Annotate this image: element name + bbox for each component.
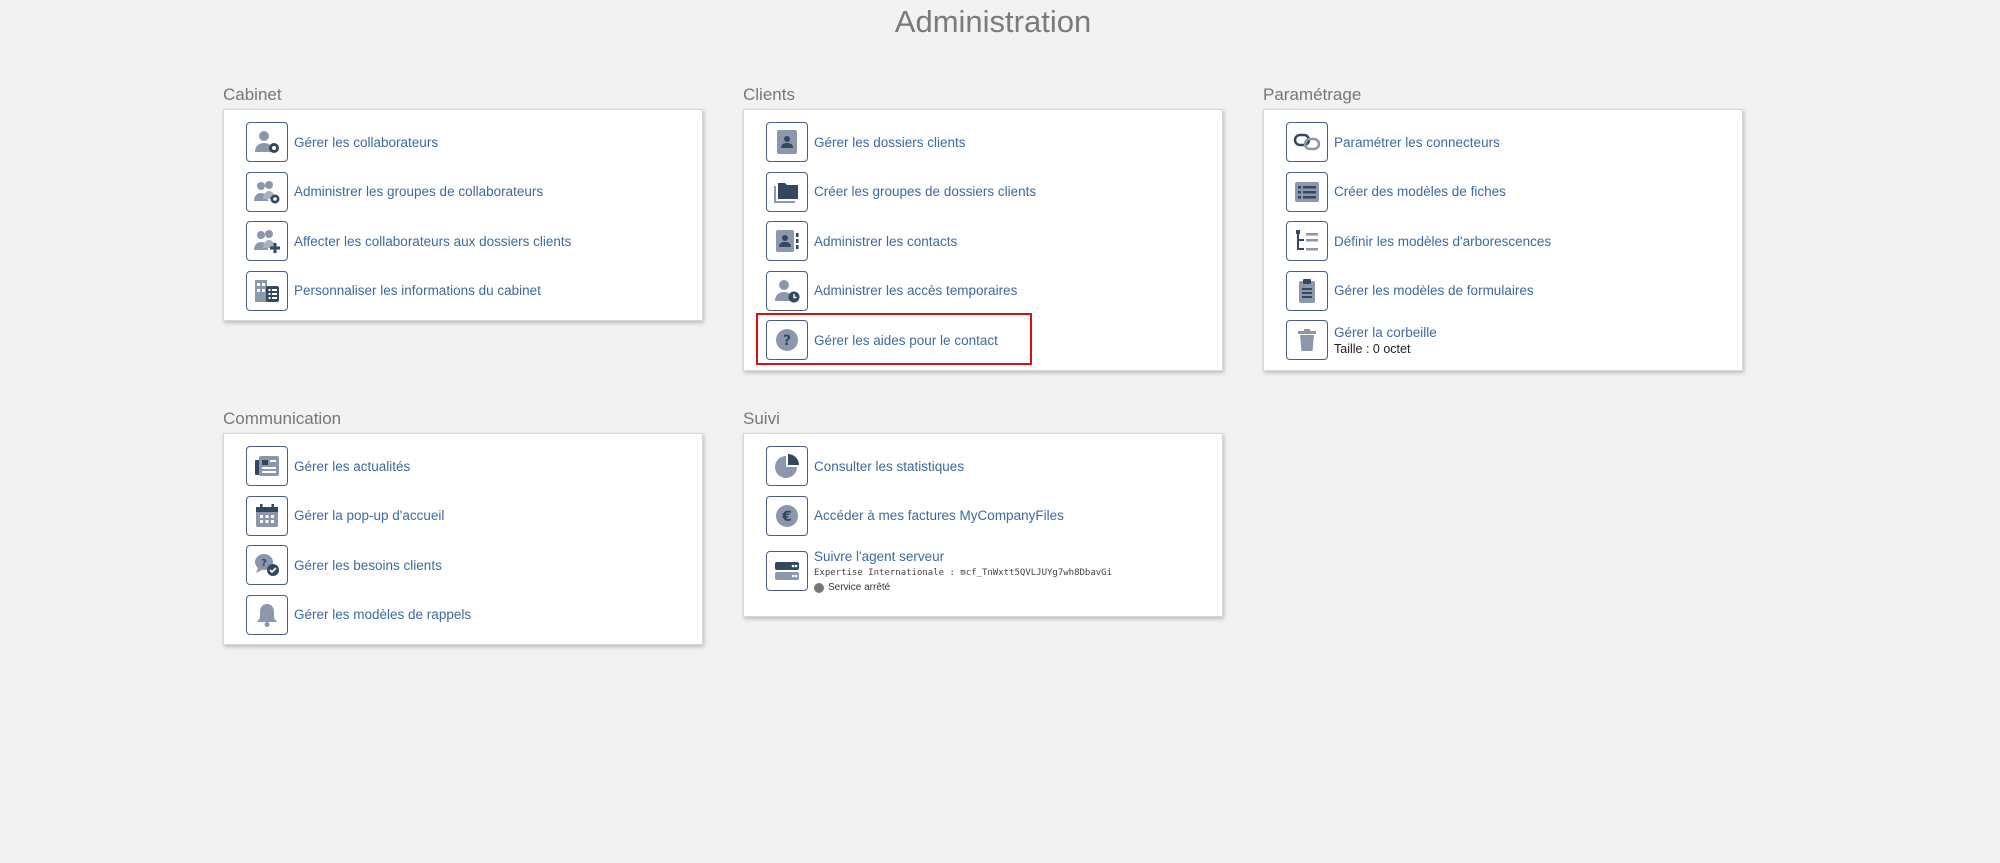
menu-item-factures[interactable]: € Accéder à mes factures MyCompanyFiles: [766, 494, 1222, 538]
menu-item-actualites[interactable]: Gérer les actualités: [246, 444, 702, 488]
menu-item-label[interactable]: Définir les modèles d'arborescences: [1334, 234, 1551, 249]
menu-item-affecter-collaborateurs[interactable]: Affecter les collaborateurs aux dossiers…: [246, 219, 702, 263]
menu-item-collaborateurs[interactable]: Gérer les collaborateurs: [246, 120, 702, 164]
contact-card-icon[interactable]: [766, 221, 808, 261]
bell-icon[interactable]: [246, 594, 288, 635]
section-cabinet: Cabinet Gérer les collaborateurs Adminis…: [223, 83, 703, 321]
server-icon[interactable]: [766, 551, 808, 591]
section-title: Paramétrage: [1263, 85, 1362, 104]
agent-serveur-text: Suivre l'agent serveur Expertise Interna…: [814, 549, 1112, 593]
menu-item-dossiers-clients[interactable]: Gérer les dossiers clients: [766, 120, 1222, 164]
page-title: Administration: [894, 4, 1092, 39]
card-cabinet: Gérer les collaborateurs Administrer les…: [223, 109, 703, 321]
menu-item-label[interactable]: Suivre l'agent serveur: [814, 549, 1112, 564]
menu-item-besoins-clients[interactable]: ? Gérer les besoins clients: [246, 543, 702, 587]
menu-item-informations-cabinet[interactable]: Personnaliser les informations du cabine…: [246, 269, 702, 313]
section-title: Suivi: [743, 409, 780, 428]
calendar-icon[interactable]: [246, 495, 288, 536]
menu-item-statistiques[interactable]: Consulter les statistiques: [766, 444, 1222, 488]
trash-icon[interactable]: [1286, 320, 1328, 360]
menu-item-label[interactable]: Administrer les contacts: [814, 234, 957, 249]
menu-item-label[interactable]: Gérer les collaborateurs: [294, 135, 438, 150]
card-clients: Gérer les dossiers clients Créer les gro…: [743, 109, 1223, 371]
pie-chart-icon[interactable]: [766, 446, 808, 486]
menu-item-label[interactable]: Gérer les actualités: [294, 459, 410, 474]
menu-item-agent-serveur[interactable]: Suivre l'agent serveur Expertise Interna…: [766, 543, 1222, 599]
users-gear-icon[interactable]: [246, 171, 288, 212]
section-title: Communication: [223, 409, 342, 428]
section-clients: Clients Gérer les dossiers clients Créer…: [743, 83, 1223, 371]
folder-group-icon[interactable]: [766, 171, 808, 212]
menu-item-aides-contact[interactable]: ? Gérer les aides pour le contact: [756, 313, 1222, 365]
tree-icon[interactable]: [1286, 221, 1328, 261]
section-parametrage: Paramétrage Paramétrer les connecteurs C…: [1263, 83, 1743, 371]
chat-check-icon[interactable]: ?: [246, 545, 288, 585]
service-status: Service arrêté: [814, 582, 1112, 593]
service-status-label: Service arrêté: [828, 582, 891, 593]
svg-text:?: ?: [261, 558, 267, 569]
menu-item-label[interactable]: Gérer la corbeille: [1334, 325, 1437, 340]
highlight-box: [756, 313, 1032, 365]
status-dot-icon: [814, 582, 824, 593]
menu-item-label[interactable]: Accéder à mes factures MyCompanyFiles: [814, 508, 1064, 523]
section-communication: Communication Gérer les actualités Gérer…: [223, 407, 703, 645]
menu-item-modeles-fiches[interactable]: Créer des modèles de fiches: [1286, 170, 1742, 214]
menu-item-acces-temporaires[interactable]: Administrer les accès temporaires: [766, 269, 1222, 313]
menu-item-label[interactable]: Créer les groupes de dossiers clients: [814, 184, 1036, 199]
menu-item-modeles-formulaires[interactable]: Gérer les modèles de formulaires: [1286, 269, 1742, 313]
menu-item-label[interactable]: Administrer les accès temporaires: [814, 283, 1017, 298]
card-parametrage: Paramétrer les connecteurs Créer des mod…: [1263, 109, 1743, 371]
agent-serveur-detail: Expertise Internationale : mcf_TnWxtt5QV…: [814, 568, 1113, 578]
menu-item-groupes-collaborateurs[interactable]: Administrer les groupes de collaborateur…: [246, 170, 702, 214]
menu-item-label[interactable]: Créer des modèles de fiches: [1334, 184, 1506, 199]
menu-item-contacts[interactable]: Administrer les contacts: [766, 219, 1222, 263]
clipboard-icon[interactable]: [1286, 270, 1328, 311]
svg-text:€: €: [781, 509, 792, 525]
menu-item-label[interactable]: Consulter les statistiques: [814, 459, 964, 474]
corbeille-size: Taille : 0 octet: [1334, 341, 1411, 356]
menu-item-arborescences[interactable]: Définir les modèles d'arborescences: [1286, 219, 1742, 263]
menu-item-corbeille[interactable]: Gérer la corbeille Taille : 0 octet: [1286, 318, 1742, 362]
client-folder-icon[interactable]: [766, 122, 808, 162]
card-suivi: Consulter les statistiques € Accéder à m…: [743, 433, 1223, 617]
section-title: Clients: [743, 85, 795, 104]
user-gear-icon[interactable]: [246, 122, 288, 162]
menu-item-label[interactable]: Gérer les dossiers clients: [814, 135, 966, 150]
newspaper-icon[interactable]: [246, 446, 288, 486]
menu-item-label[interactable]: Gérer la pop-up d'accueil: [294, 508, 444, 523]
menu-item-label[interactable]: Gérer les modèles de formulaires: [1334, 283, 1534, 298]
menu-item-label[interactable]: Personnaliser les informations du cabine…: [294, 283, 541, 298]
section-title: Cabinet: [223, 85, 282, 104]
menu-item-label[interactable]: Paramétrer les connecteurs: [1334, 135, 1500, 150]
user-clock-icon[interactable]: [766, 270, 808, 311]
section-suivi: Suivi Consulter les statistiques € Accéd…: [743, 407, 1223, 617]
building-list-icon[interactable]: [246, 270, 288, 311]
link-icon[interactable]: [1286, 122, 1328, 162]
menu-item-modeles-rappels[interactable]: Gérer les modèles de rappels: [246, 593, 702, 637]
menu-item-label[interactable]: Gérer les besoins clients: [294, 558, 442, 573]
users-plus-icon[interactable]: [246, 221, 288, 261]
corbeille-text: Gérer la corbeille Taille : 0 octet: [1334, 325, 1437, 356]
list-form-icon[interactable]: [1286, 171, 1328, 212]
menu-item-connecteurs[interactable]: Paramétrer les connecteurs: [1286, 120, 1742, 164]
card-communication: Gérer les actualités Gérer la pop-up d'a…: [223, 433, 703, 645]
menu-item-label[interactable]: Affecter les collaborateurs aux dossiers…: [294, 234, 571, 249]
menu-item-label[interactable]: Administrer les groupes de collaborateur…: [294, 184, 543, 199]
euro-icon[interactable]: €: [766, 495, 808, 536]
menu-item-groupes-dossiers[interactable]: Créer les groupes de dossiers clients: [766, 170, 1222, 214]
menu-item-label[interactable]: Gérer les modèles de rappels: [294, 607, 471, 622]
menu-item-popup-accueil[interactable]: Gérer la pop-up d'accueil: [246, 494, 702, 538]
